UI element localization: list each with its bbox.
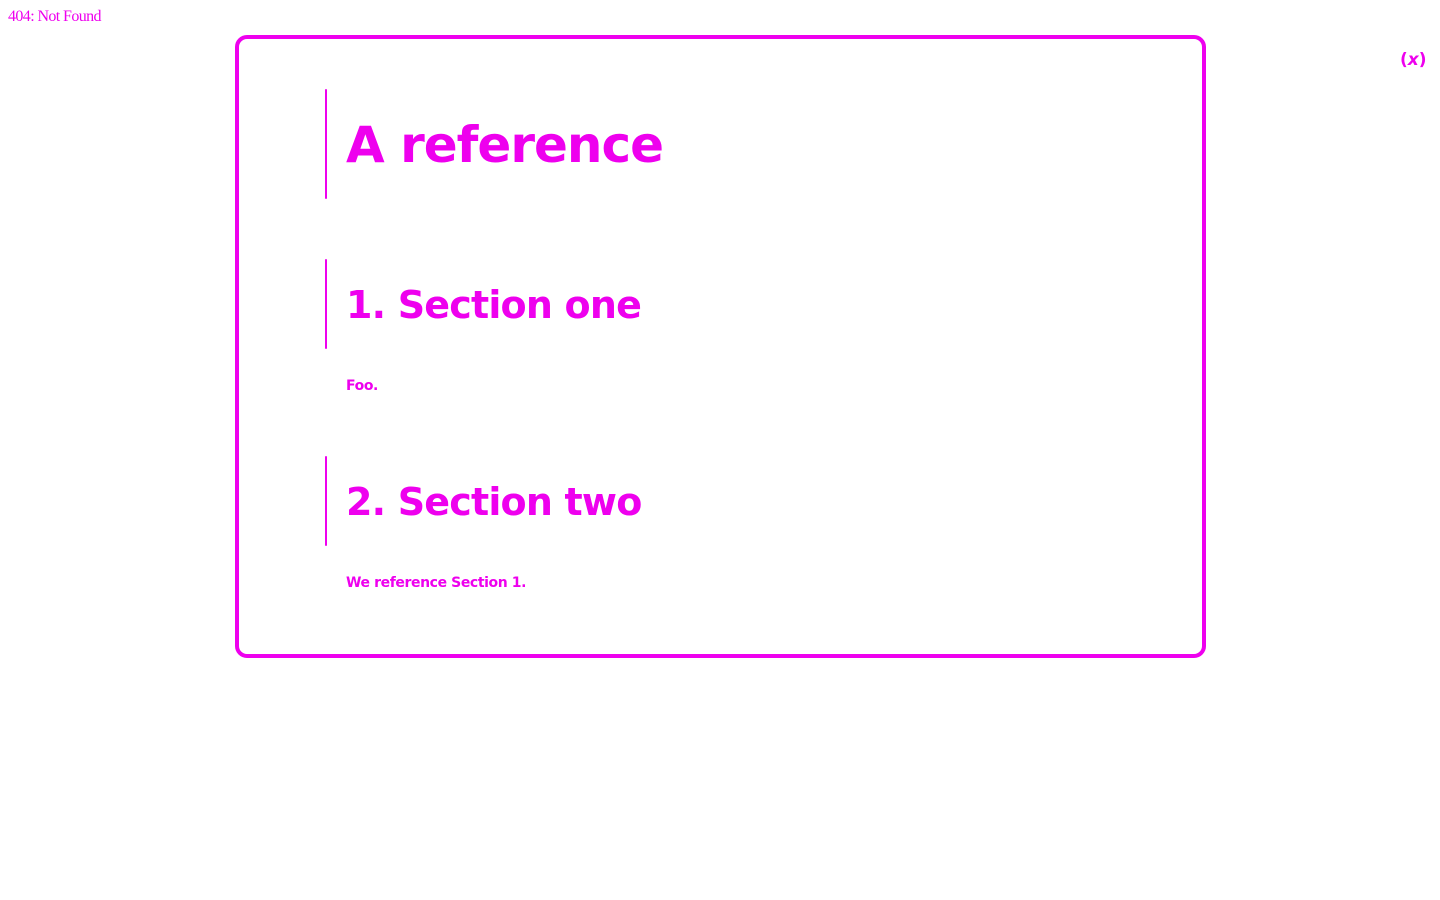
page-title: A reference: [346, 116, 664, 174]
error-message: 404: Not Found: [8, 8, 102, 25]
close-paren-close: ): [1418, 50, 1427, 70]
close-paren-open: (: [1400, 50, 1408, 70]
section-two-heading: 2. Section two: [346, 480, 642, 524]
close-button[interactable]: (x): [1400, 50, 1427, 70]
section-one-accent-bar: [325, 259, 327, 349]
section-two-body: We reference Section 1.: [346, 574, 526, 592]
close-icon: x: [1407, 50, 1419, 70]
section-two-body-prefix: We reference: [346, 575, 452, 591]
section-two-accent-bar: [325, 456, 327, 546]
section-two-body-suffix: .: [521, 575, 527, 591]
document-card: A reference 1. Section one Foo. 2. Secti…: [235, 35, 1206, 658]
section-one-heading: 1. Section one: [346, 283, 642, 327]
section-one-body: Foo.: [346, 378, 378, 394]
title-accent-bar: [325, 89, 327, 199]
section-reference-link[interactable]: Section 1: [451, 575, 521, 591]
